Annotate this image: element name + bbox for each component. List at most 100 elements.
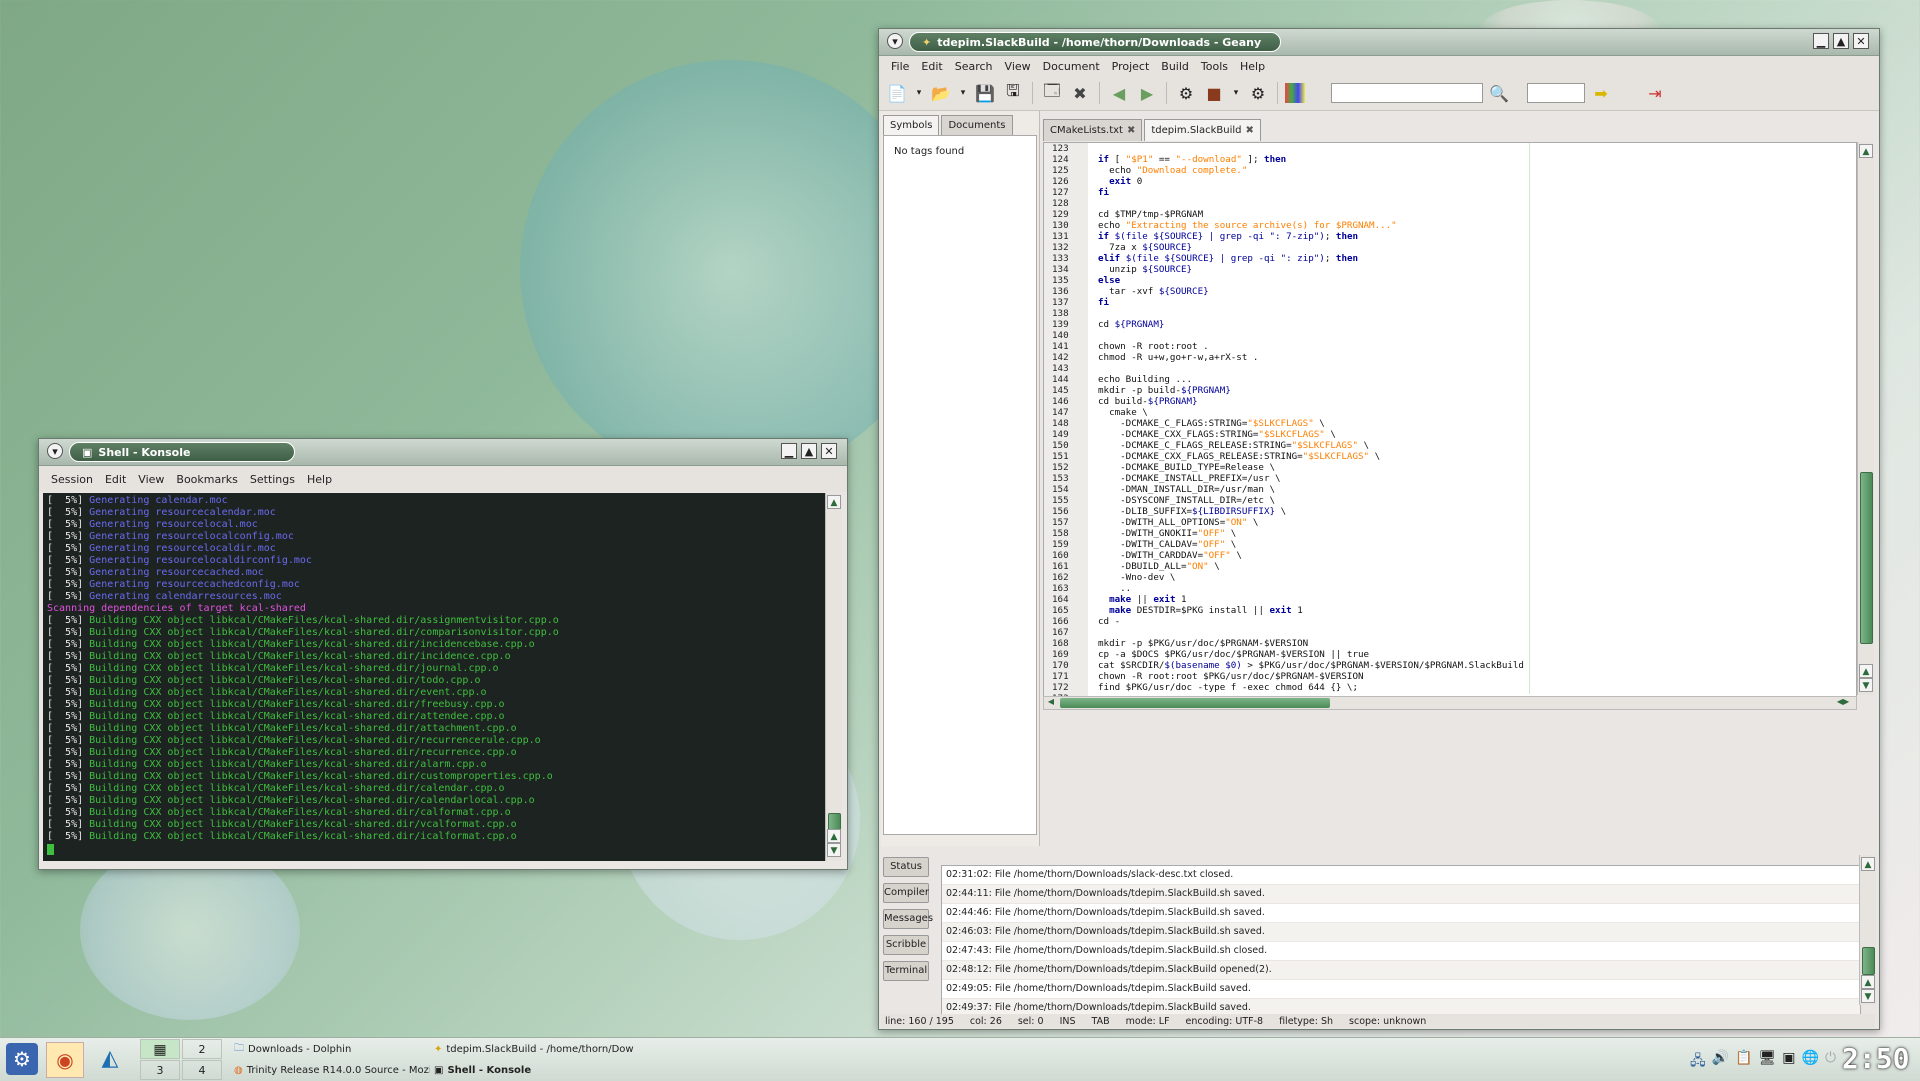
browser-launcher-icon[interactable]: ◭ [94, 1043, 126, 1075]
messages-scrollbar[interactable]: ▲ ▲ ▼ [1859, 855, 1876, 1005]
scrollbar-thumb[interactable] [1060, 698, 1330, 708]
terminal-scrollbar[interactable]: ▲ ▲ ▼ [825, 493, 842, 861]
color-chooser-icon[interactable] [1285, 83, 1305, 103]
scrollbar-thumb[interactable] [1862, 947, 1875, 975]
menu-edit[interactable]: Edit [915, 60, 948, 73]
minimize-button[interactable]: ▁ [781, 443, 797, 459]
close-icon[interactable]: ✖ [1127, 125, 1135, 136]
tab-scribble[interactable]: Scribble [883, 935, 929, 955]
clock[interactable]: 2:50 [1842, 1042, 1912, 1076]
run-icon[interactable]: ⚙ [1246, 81, 1270, 105]
open-file-icon[interactable]: 📂 [929, 81, 953, 105]
scroll-down-arrow[interactable]: ▼ [1859, 678, 1873, 692]
scroll-down-arrow[interactable]: ▼ [827, 843, 841, 857]
close-file-icon[interactable]: ✖ [1068, 81, 1092, 105]
chevron-down-icon[interactable]: ▾ [1230, 81, 1242, 105]
menu-help[interactable]: Help [301, 473, 338, 486]
pager-desktop-2[interactable]: 2 [182, 1039, 222, 1059]
task-konsole[interactable]: ▣ Shell - Konsole [434, 1060, 634, 1080]
start-menu-icon[interactable]: ⚙ [6, 1043, 38, 1075]
line-number: 150 [1044, 440, 1088, 451]
konsole-titlebar[interactable]: ▾ ▣ Shell - Konsole ▁ ▲ ✕ [39, 439, 847, 466]
tab-terminal[interactable]: Terminal [883, 961, 929, 981]
goto-line-icon[interactable]: ➡ [1589, 81, 1613, 105]
menu-view[interactable]: View [132, 473, 170, 486]
pager-desktop-3[interactable]: 3 [140, 1060, 180, 1080]
scrollbar-thumb[interactable] [1860, 472, 1873, 644]
goto-line-field[interactable] [1527, 83, 1585, 103]
scroll-down-arrow[interactable]: ▼ [1861, 989, 1875, 1003]
window-menu-button[interactable]: ▾ [887, 33, 903, 49]
code-editor[interactable]: 123 124 if [ "$P1" == "--download" ]; then… [1043, 142, 1857, 697]
menu-project[interactable]: Project [1106, 60, 1156, 73]
scroll-up-arrow[interactable]: ▲ [1861, 975, 1875, 989]
tab-status[interactable]: Status [883, 857, 929, 877]
terminal-output[interactable]: [ 5%] Generating calendar.moc[ 5%] Gener… [43, 493, 825, 861]
pager-desktop-1[interactable]: ▦ [140, 1039, 180, 1059]
menu-bookmarks[interactable]: Bookmarks [170, 473, 243, 486]
menu-build[interactable]: Build [1155, 60, 1195, 73]
editor-hscrollbar[interactable]: ◀ ◀▶ [1043, 696, 1857, 710]
back-arrow-icon[interactable]: ◀ [1107, 81, 1131, 105]
clipboard-icon[interactable]: 📋 [1735, 1050, 1752, 1070]
scroll-up-arrow[interactable]: ▲ [827, 495, 841, 509]
tab-messages[interactable]: Messages [883, 909, 933, 929]
status-messages[interactable]: 02:31:02: File /home/thorn/Downloads/sla… [941, 865, 1861, 1017]
close-button[interactable]: ✕ [1853, 33, 1869, 49]
tab-documents[interactable]: Documents [941, 115, 1013, 135]
task-firefox[interactable]: ◍ Trinity Release R14.0.0 Source - Mozil [234, 1060, 430, 1080]
menu-help[interactable]: Help [1234, 60, 1271, 73]
menu-file[interactable]: File [885, 60, 915, 73]
maximize-button[interactable]: ▲ [1833, 33, 1849, 49]
menu-view[interactable]: View [999, 60, 1037, 73]
show-desktop-icon[interactable]: ◉ [46, 1042, 84, 1078]
pager-desktop-4[interactable]: 4 [182, 1060, 222, 1080]
quit-icon[interactable]: ⇥ [1643, 81, 1667, 105]
build-icon[interactable]: ■ [1202, 81, 1226, 105]
forward-arrow-icon[interactable]: ▶ [1135, 81, 1159, 105]
minimize-button[interactable]: ▁ [1813, 33, 1829, 49]
scroll-up-arrow[interactable]: ▲ [1859, 144, 1873, 158]
globe-icon[interactable]: 🌐 [1802, 1050, 1819, 1070]
scroll-right-arrow[interactable]: ◀▶ [1832, 697, 1854, 709]
network-icon[interactable]: 🖧 [1690, 1050, 1706, 1070]
menu-edit[interactable]: Edit [99, 473, 132, 486]
geany-titlebar[interactable]: ▾ ✦ tdepim.SlackBuild - /home/thorn/Down… [879, 29, 1879, 56]
compile-icon[interactable]: ⚙ [1174, 81, 1198, 105]
window-menu-button[interactable]: ▾ [47, 443, 63, 459]
editor-scrollbar[interactable]: ▲ ▲ ▼ [1857, 142, 1874, 695]
line-number: 158 [1044, 528, 1088, 539]
menu-tools[interactable]: Tools [1195, 60, 1234, 73]
save-icon[interactable]: 💾 [973, 81, 997, 105]
tab-tdepim-slackbuild[interactable]: tdepim.SlackBuild ✖ [1144, 119, 1261, 141]
monitor-icon[interactable]: 🖥 [1759, 1050, 1777, 1070]
close-icon[interactable]: ✖ [1245, 125, 1253, 136]
search-icon[interactable]: 🔍 [1487, 81, 1511, 105]
task-dolphin[interactable]: 🗀 Downloads - Dolphin [234, 1039, 424, 1059]
menu-search[interactable]: Search [949, 60, 999, 73]
long-line-marker [1529, 143, 1530, 694]
tab-symbols[interactable]: Symbols [883, 115, 940, 135]
menu-document[interactable]: Document [1037, 60, 1106, 73]
scroll-up-arrow[interactable]: ▲ [1859, 664, 1873, 678]
terminal-text: Generating resourcecachedconfig.moc [89, 579, 300, 590]
close-button[interactable]: ✕ [821, 443, 837, 459]
search-field[interactable] [1331, 83, 1483, 103]
menu-settings[interactable]: Settings [244, 473, 301, 486]
reload-icon[interactable]: 🗔 [1040, 81, 1064, 105]
task-geany[interactable]: ✦ tdepim.SlackBuild - /home/thorn/Downl [434, 1039, 634, 1059]
maximize-button[interactable]: ▲ [801, 443, 817, 459]
scroll-left-arrow[interactable]: ◀ [1045, 697, 1057, 709]
new-file-icon[interactable]: 📄 [885, 81, 909, 105]
save-all-icon[interactable]: 🖫 [1001, 81, 1025, 105]
tab-cmakelists[interactable]: CMakeLists.txt ✖ [1043, 119, 1143, 141]
scroll-down-arrow[interactable]: ▲ [827, 829, 841, 843]
chevron-down-icon[interactable]: ▾ [913, 81, 925, 105]
menu-session[interactable]: Session [45, 473, 99, 486]
display-icon[interactable]: ▣ [1782, 1050, 1795, 1070]
tab-compiler[interactable]: Compiler [883, 883, 929, 903]
volume-icon[interactable]: 🔊 [1712, 1050, 1729, 1070]
chevron-down-icon[interactable]: ▾ [957, 81, 969, 105]
power-icon[interactable]: ⏻ [1825, 1050, 1836, 1070]
scroll-up-arrow[interactable]: ▲ [1861, 857, 1875, 871]
